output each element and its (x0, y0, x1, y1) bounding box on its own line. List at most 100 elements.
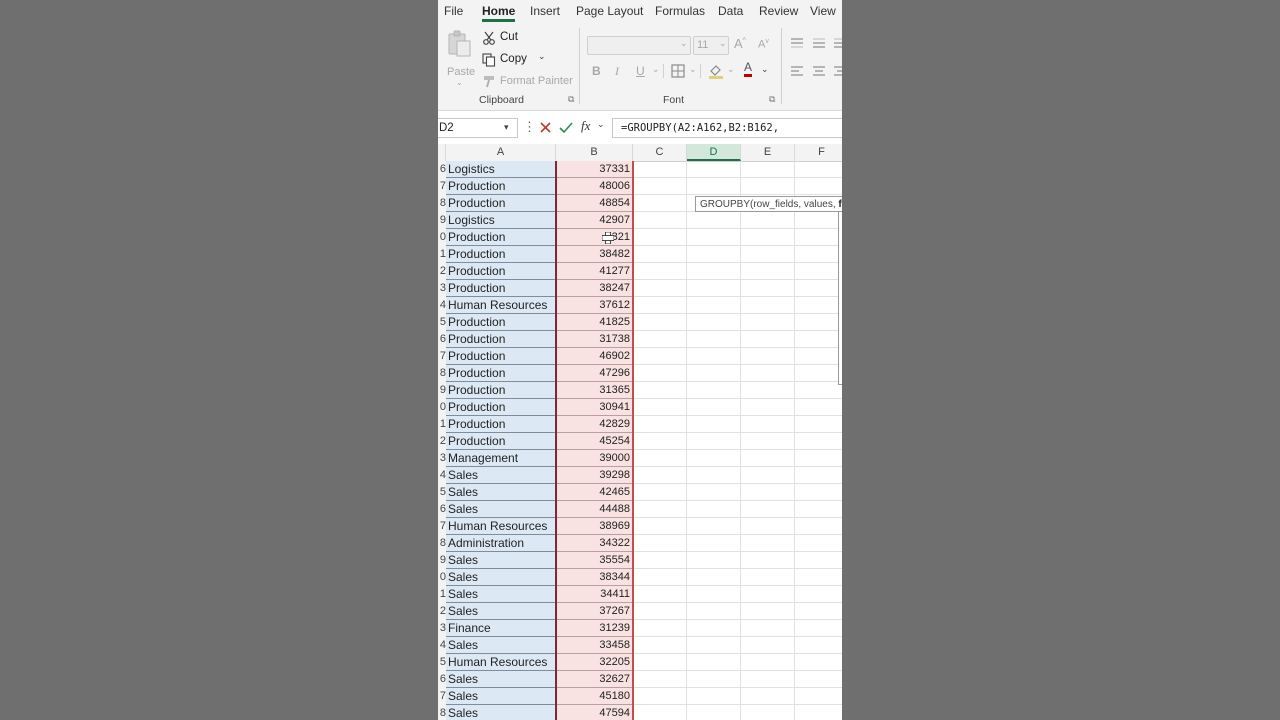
empty-cell[interactable] (795, 331, 842, 348)
row-header[interactable]: 6 (438, 501, 446, 518)
confirm-entry-icon[interactable] (559, 121, 573, 134)
cell-salary[interactable]: 33458 (556, 637, 633, 654)
font-size-dropdown[interactable]: 11 ⌄ (693, 36, 729, 55)
empty-cell[interactable] (687, 569, 741, 586)
cell-salary[interactable]: 34322 (556, 535, 633, 552)
dialog-launcher-icon[interactable]: ⧉ (568, 94, 574, 105)
tab-insert[interactable]: Insert (530, 4, 560, 18)
cell-salary[interactable]: 44488 (556, 501, 633, 518)
empty-cell[interactable] (633, 688, 687, 705)
empty-cell[interactable] (795, 518, 842, 535)
empty-cell[interactable] (687, 671, 741, 688)
row-header[interactable]: 7 (438, 178, 446, 195)
cell-salary[interactable]: 39000 (556, 450, 633, 467)
empty-cell[interactable] (795, 399, 842, 416)
dialog-launcher-icon[interactable]: ⧉ (769, 94, 775, 105)
empty-cell[interactable] (795, 348, 842, 365)
empty-cell[interactable] (633, 569, 687, 586)
align-center-icon[interactable] (812, 65, 826, 77)
worksheet-grid[interactable]: 6 Logistics 37331 7 Production 48006 8 Producti… (438, 161, 842, 720)
empty-cell[interactable] (633, 433, 687, 450)
empty-cell[interactable] (795, 637, 842, 654)
empty-cell[interactable] (687, 501, 741, 518)
empty-cell[interactable] (741, 161, 795, 178)
empty-cell[interactable] (633, 195, 687, 212)
chevron-down-icon[interactable]: ▾ (504, 122, 509, 133)
empty-cell[interactable] (633, 620, 687, 637)
empty-cell[interactable] (741, 705, 795, 720)
empty-cell[interactable] (687, 416, 741, 433)
cell-department[interactable]: Production (446, 263, 556, 280)
row-header[interactable]: 3 (438, 620, 446, 637)
empty-cell[interactable] (633, 586, 687, 603)
cell-department[interactable]: Sales (446, 586, 556, 603)
cell-salary[interactable]: 38247 (556, 280, 633, 297)
row-header[interactable]: 7 (438, 518, 446, 535)
column-header-b[interactable]: B (556, 144, 633, 161)
cell-salary[interactable]: 38344 (556, 569, 633, 586)
tab-view[interactable]: View (810, 4, 836, 18)
italic-button[interactable]: I (615, 64, 619, 79)
cell-department[interactable]: Production (446, 348, 556, 365)
empty-cell[interactable] (741, 586, 795, 603)
cell-department[interactable]: Production (446, 195, 556, 212)
align-right-icon[interactable] (834, 65, 842, 77)
empty-cell[interactable] (687, 297, 741, 314)
empty-cell[interactable] (795, 280, 842, 297)
shrink-font-button[interactable]: Av (758, 38, 769, 51)
font-name-dropdown[interactable]: ⌄ (587, 36, 691, 55)
cell-department[interactable]: Finance (446, 620, 556, 637)
row-header[interactable]: 4 (438, 637, 446, 654)
cell-department[interactable]: Human Resources (446, 297, 556, 314)
row-header[interactable]: 0 (438, 229, 446, 246)
cell-department[interactable]: Sales (446, 705, 556, 720)
empty-cell[interactable] (741, 348, 795, 365)
cell-department[interactable]: Production (446, 229, 556, 246)
cell-department[interactable]: Human Resources (446, 654, 556, 671)
empty-cell[interactable] (795, 654, 842, 671)
row-header[interactable]: 9 (438, 382, 446, 399)
empty-cell[interactable] (795, 552, 842, 569)
align-bottom-icon[interactable] (834, 37, 842, 49)
empty-cell[interactable] (741, 399, 795, 416)
row-header[interactable]: 4 (438, 467, 446, 484)
empty-cell[interactable] (741, 280, 795, 297)
cell-department[interactable]: Management (446, 450, 556, 467)
format-painter-button[interactable]: Format Painter (482, 74, 573, 90)
empty-cell[interactable] (633, 229, 687, 246)
empty-cell[interactable] (687, 399, 741, 416)
empty-cell[interactable] (687, 535, 741, 552)
row-header[interactable]: 8 (438, 195, 446, 212)
cell-department[interactable]: Sales (446, 688, 556, 705)
cell-salary[interactable]: 48006 (556, 178, 633, 195)
tab-home[interactable]: Home (482, 4, 516, 22)
empty-cell[interactable] (741, 552, 795, 569)
cell-salary[interactable]: 39298 (556, 467, 633, 484)
empty-cell[interactable] (687, 229, 741, 246)
chevron-down-icon[interactable]: ⌄ (597, 119, 605, 130)
cell-salary[interactable]: 45180 (556, 688, 633, 705)
cell-salary[interactable]: 37267 (556, 603, 633, 620)
empty-cell[interactable] (741, 620, 795, 637)
empty-cell[interactable] (633, 399, 687, 416)
row-header[interactable]: 2 (438, 603, 446, 620)
row-header[interactable]: 1 (438, 416, 446, 433)
cell-department[interactable]: Production (446, 331, 556, 348)
empty-cell[interactable] (795, 671, 842, 688)
empty-cell[interactable] (687, 365, 741, 382)
row-header[interactable]: 8 (438, 705, 446, 720)
cancel-entry-icon[interactable] (539, 121, 552, 134)
empty-cell[interactable] (741, 416, 795, 433)
row-header[interactable]: 8 (438, 365, 446, 382)
empty-cell[interactable] (795, 620, 842, 637)
row-header[interactable]: 5 (438, 654, 446, 671)
empty-cell[interactable] (741, 467, 795, 484)
empty-cell[interactable] (795, 229, 842, 246)
empty-cell[interactable] (741, 229, 795, 246)
cell-department[interactable]: Logistics (446, 161, 556, 178)
grow-font-button[interactable]: A^ (734, 36, 746, 51)
cell-department[interactable]: Sales (446, 484, 556, 501)
cell-department[interactable]: Sales (446, 552, 556, 569)
empty-cell[interactable] (633, 501, 687, 518)
empty-cell[interactable] (795, 314, 842, 331)
